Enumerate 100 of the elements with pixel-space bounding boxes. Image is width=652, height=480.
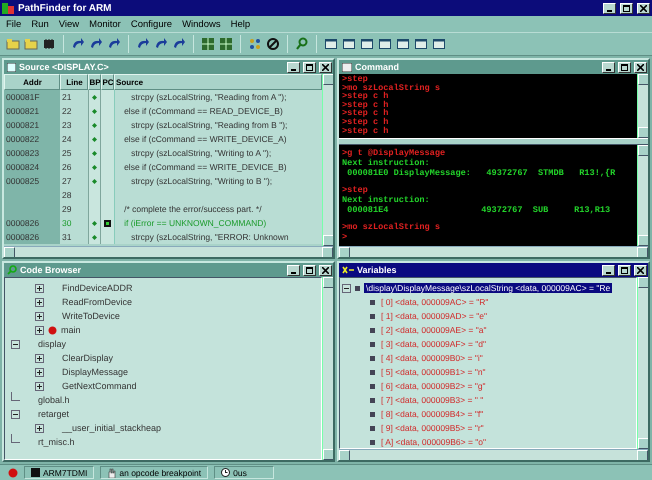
scroll-arrow-button[interactable] xyxy=(638,277,648,288)
menu-item[interactable]: File xyxy=(6,18,22,30)
expander[interactable] xyxy=(11,410,20,418)
scroll-arrow-button[interactable] xyxy=(323,449,333,460)
expander[interactable] xyxy=(35,424,44,432)
scroll-arrow-button[interactable] xyxy=(339,247,350,257)
breakpoint-cell[interactable] xyxy=(88,90,101,104)
menu-item[interactable]: Help xyxy=(230,18,250,30)
bp-column-header[interactable]: BP xyxy=(88,74,101,90)
arrow-icon[interactable] xyxy=(136,37,150,51)
splitter[interactable] xyxy=(339,138,648,145)
variable-item[interactable]: \display\DisplayMessage\szLocalString <data, 000009AC> = "Re xyxy=(364,283,612,293)
scroll-arrow-button[interactable] xyxy=(638,438,648,449)
minimize-button[interactable] xyxy=(603,2,616,14)
scroll-arrow-button[interactable] xyxy=(637,247,648,257)
tree-item[interactable]: retarget xyxy=(38,409,70,419)
expander[interactable] xyxy=(35,284,44,292)
tree-item[interactable]: WriteToDevice xyxy=(62,311,120,321)
window-icon[interactable] xyxy=(396,37,410,51)
chip-icon[interactable] xyxy=(42,37,56,51)
address-column-header[interactable]: Addr xyxy=(4,74,60,90)
variable-item[interactable]: [ 2] <data, 000009AE> = "a" xyxy=(379,325,489,335)
vertical-scrollbar[interactable] xyxy=(637,74,648,138)
grid-icon[interactable] xyxy=(219,37,233,51)
minimize-button[interactable] xyxy=(602,264,615,276)
expander[interactable] xyxy=(35,354,44,362)
tree-item[interactable]: GetNextCommand xyxy=(62,381,137,391)
close-button[interactable] xyxy=(319,264,332,276)
variable-item[interactable]: [ 1] <data, 000009AD> = "e" xyxy=(379,311,489,321)
folder-icon[interactable] xyxy=(24,37,38,51)
tree-item[interactable]: main xyxy=(61,325,81,335)
horizontal-scrollbar[interactable] xyxy=(4,246,333,257)
prompt[interactable]: > xyxy=(342,232,634,242)
vertical-scrollbar[interactable] xyxy=(322,74,333,246)
variable-item[interactable]: [ A] <data, 000009B6> = "o" xyxy=(379,437,488,447)
vertical-scrollbar[interactable] xyxy=(322,277,333,460)
variable-item[interactable]: [ 8] <data, 000009B4> = "f" xyxy=(379,409,486,419)
expander[interactable] xyxy=(342,284,351,292)
scroll-arrow-button[interactable] xyxy=(323,74,333,85)
scroll-arrow-button[interactable] xyxy=(4,247,15,257)
minimize-button[interactable] xyxy=(287,264,300,276)
window-icon[interactable] xyxy=(414,37,428,51)
tree-item[interactable]: rt_misc.h xyxy=(38,437,75,447)
tree-item[interactable]: FindDeviceADDR xyxy=(62,283,133,293)
source-column-header[interactable]: Source xyxy=(114,74,322,90)
scroll-arrow-button[interactable] xyxy=(638,74,648,85)
expander[interactable] xyxy=(35,298,44,306)
close-button[interactable] xyxy=(634,62,647,72)
window-icon[interactable] xyxy=(360,37,374,51)
menu-item[interactable]: Run xyxy=(31,18,49,30)
arrow-icon[interactable] xyxy=(107,37,121,51)
stop-icon[interactable] xyxy=(266,37,280,51)
tree-item[interactable]: __user_initial_stackheap xyxy=(62,423,162,433)
expander[interactable] xyxy=(35,312,44,320)
variable-item[interactable]: [ 5] <data, 000009B1> = "n" xyxy=(379,367,488,377)
tree-item[interactable]: ReadFromDevice xyxy=(62,297,132,307)
variable-item[interactable]: [ 4] <data, 000009B0> = "i" xyxy=(379,353,485,363)
variable-item[interactable]: [ 3] <data, 000009AF> = "d" xyxy=(379,339,488,349)
scroll-arrow-button[interactable] xyxy=(339,450,350,460)
window-icon[interactable] xyxy=(324,37,338,51)
maximize-button[interactable] xyxy=(618,62,631,72)
maximize-button[interactable] xyxy=(303,62,316,72)
expander[interactable] xyxy=(35,382,44,390)
arrow-icon[interactable] xyxy=(154,37,168,51)
close-button[interactable] xyxy=(634,264,647,276)
minimize-button[interactable] xyxy=(602,62,615,72)
window-icon[interactable] xyxy=(432,37,446,51)
dots-icon[interactable] xyxy=(248,37,262,51)
breakpoint-cell[interactable] xyxy=(88,230,101,244)
folder-icon[interactable] xyxy=(6,37,20,51)
menu-item[interactable]: Configure xyxy=(130,18,172,30)
maximize-button[interactable] xyxy=(620,2,633,14)
menu-item[interactable]: Monitor xyxy=(89,18,121,30)
scroll-arrow-button[interactable] xyxy=(637,450,648,460)
tree-item[interactable]: ClearDisplay xyxy=(62,353,114,363)
search-icon[interactable] xyxy=(295,37,309,51)
horizontal-scrollbar[interactable] xyxy=(339,449,648,460)
menu-item[interactable]: Windows xyxy=(182,18,221,30)
grid-icon[interactable] xyxy=(201,37,215,51)
pc-column-header[interactable]: PC xyxy=(101,74,114,90)
window-icon[interactable] xyxy=(378,37,392,51)
menu-item[interactable]: View xyxy=(58,18,80,30)
expander[interactable] xyxy=(11,340,20,348)
window-icon[interactable] xyxy=(342,37,356,51)
variable-item[interactable]: [ 0] <data, 000009AC> = "R" xyxy=(379,297,490,307)
variable-item[interactable]: [ 7] <data, 000009B3> = " " xyxy=(379,395,486,405)
arrow-icon[interactable] xyxy=(71,37,85,51)
scroll-arrow-button[interactable] xyxy=(638,145,648,156)
close-button[interactable] xyxy=(637,2,650,14)
vertical-scrollbar[interactable] xyxy=(637,145,648,246)
variable-item[interactable]: [ 9] <data, 000009B5> = "r" xyxy=(379,423,486,433)
horizontal-scrollbar[interactable] xyxy=(339,246,648,257)
tree-item[interactable]: global.h xyxy=(38,395,70,405)
maximize-button[interactable] xyxy=(303,264,316,276)
arrow-icon[interactable] xyxy=(89,37,103,51)
scroll-arrow-button[interactable] xyxy=(322,247,333,257)
close-button[interactable] xyxy=(319,62,332,72)
vertical-scrollbar[interactable] xyxy=(637,277,648,449)
expander[interactable] xyxy=(35,326,44,334)
scroll-arrow-button[interactable] xyxy=(638,235,648,246)
